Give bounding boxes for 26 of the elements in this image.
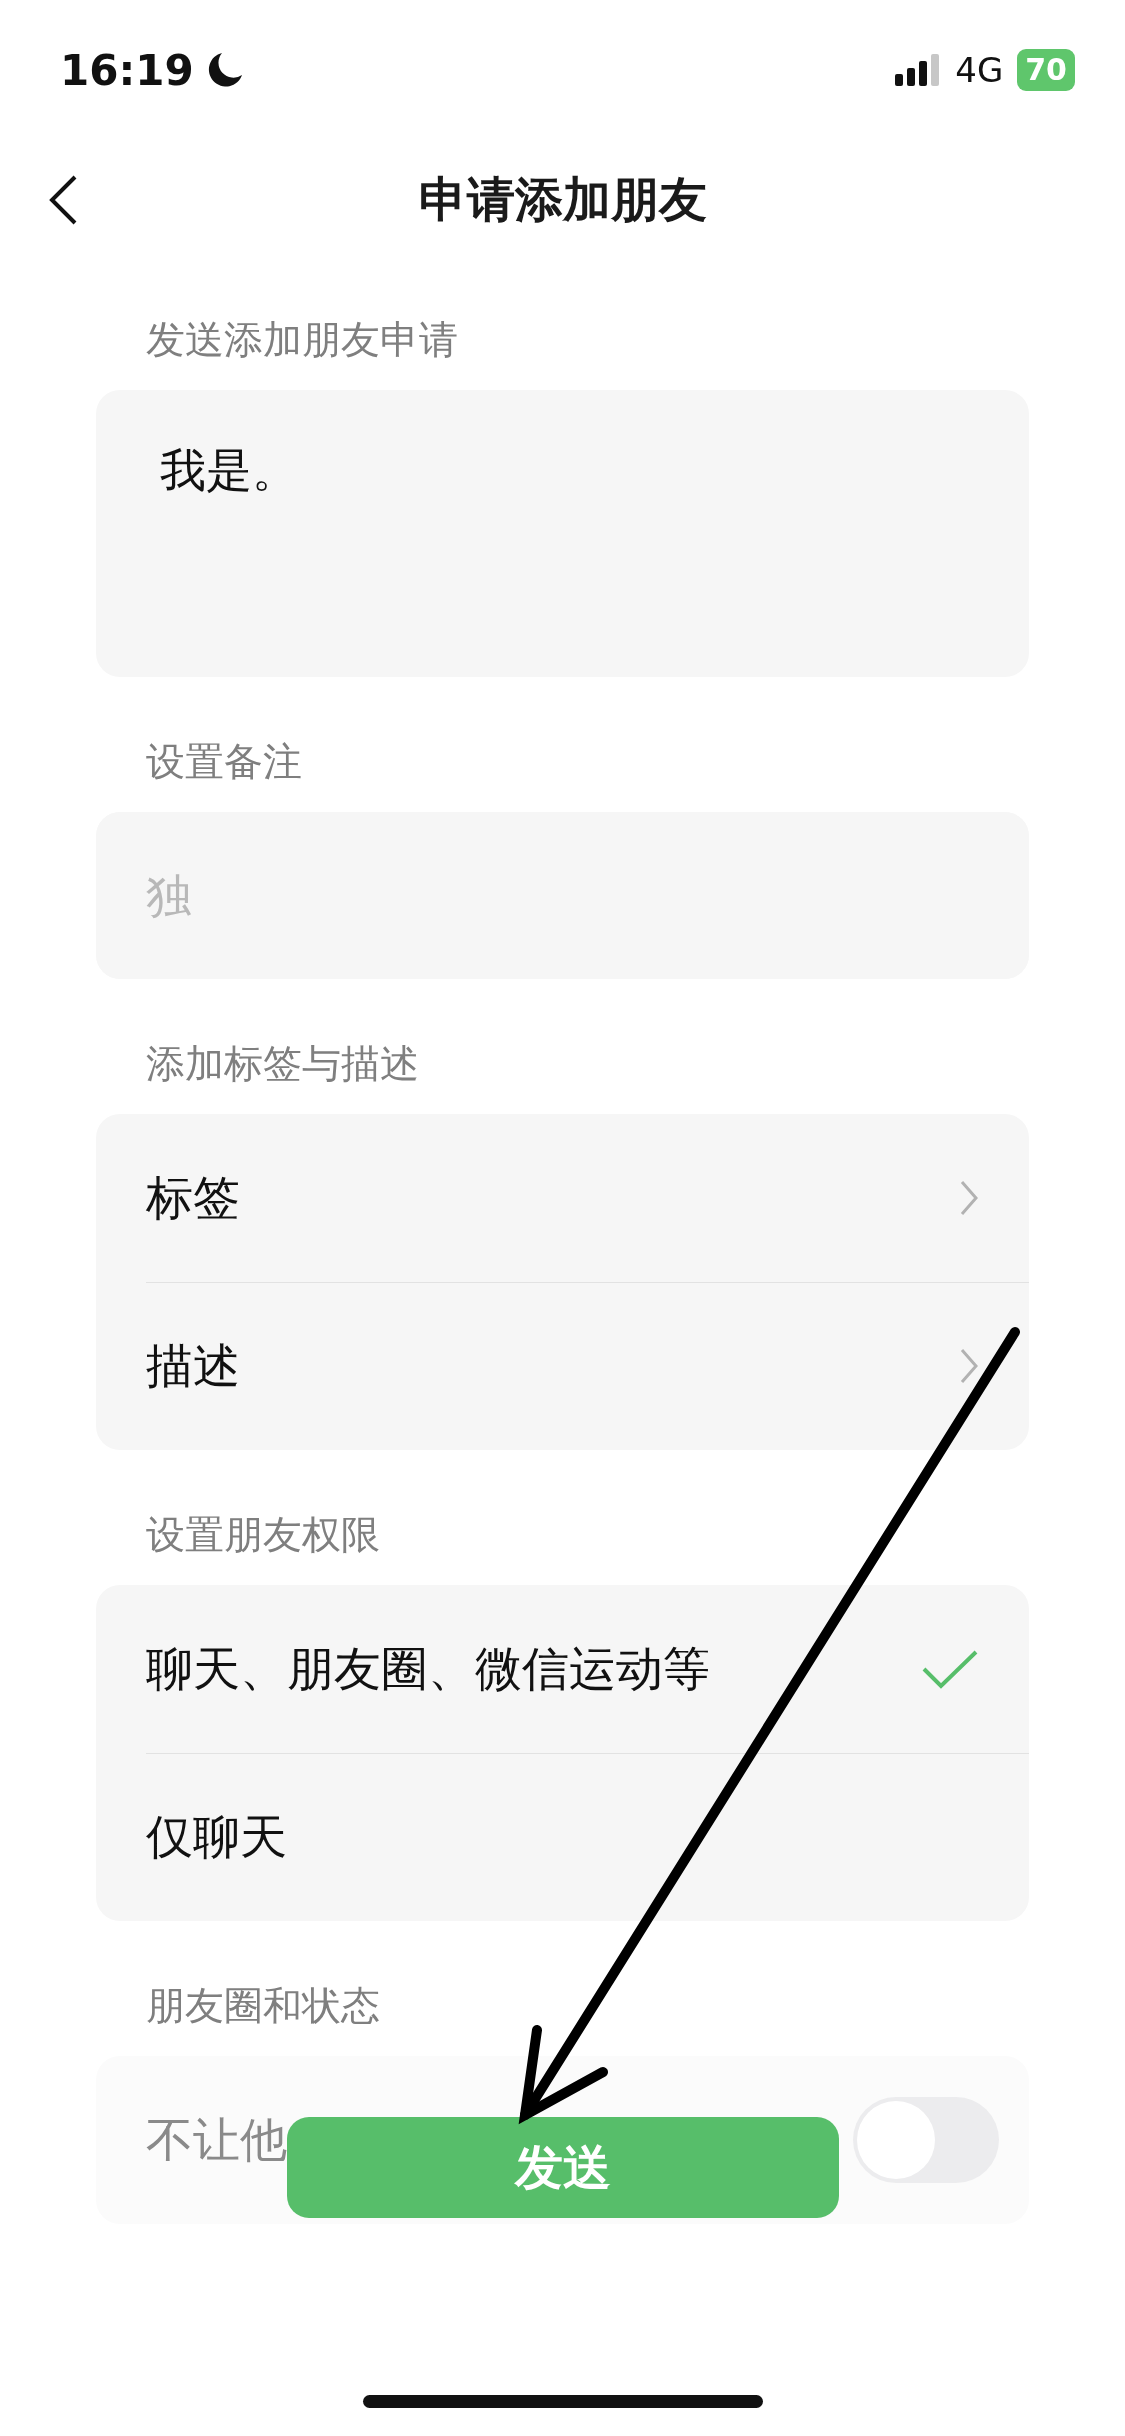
network-label: 4G [955, 50, 1004, 90]
option-label: 仅聊天 [146, 1807, 287, 1866]
option-item[interactable]: 聊天、朋友圈、微信运动等 [96, 1585, 1029, 1753]
battery-level: 70 [1017, 49, 1075, 91]
message-field[interactable]: 我是。 [96, 390, 1029, 677]
toggle-label: 不让他 [146, 2110, 287, 2169]
option-item[interactable]: 仅聊天 [96, 1753, 1029, 1921]
status-time: 16:19 [60, 45, 194, 95]
item-label: 标签 [146, 1168, 240, 1227]
option-label: 聊天、朋友圈、微信运动等 [146, 1639, 710, 1698]
section-label: 发送添加朋友申请 [146, 316, 458, 364]
chevron-icon [959, 1179, 979, 1217]
section-label: 设置朋友权限 [146, 1511, 380, 1559]
section-label: 朋友圈和状态 [146, 1982, 380, 2030]
page-title: 申请添加朋友 [418, 170, 707, 229]
list-item[interactable]: 标签 [96, 1114, 1029, 1282]
section-label: 添加标签与描述 [146, 1040, 419, 1088]
signal-icon [895, 54, 942, 86]
chevron-icon [959, 1347, 979, 1385]
list-item[interactable]: 描述 [96, 1282, 1029, 1450]
moon-icon [207, 51, 244, 89]
section-label: 设置备注 [146, 738, 302, 786]
item-label: 描述 [146, 1336, 240, 1395]
message-text: 我是。 [160, 443, 298, 497]
back-icon[interactable] [48, 174, 78, 226]
check-icon [921, 1649, 979, 1689]
